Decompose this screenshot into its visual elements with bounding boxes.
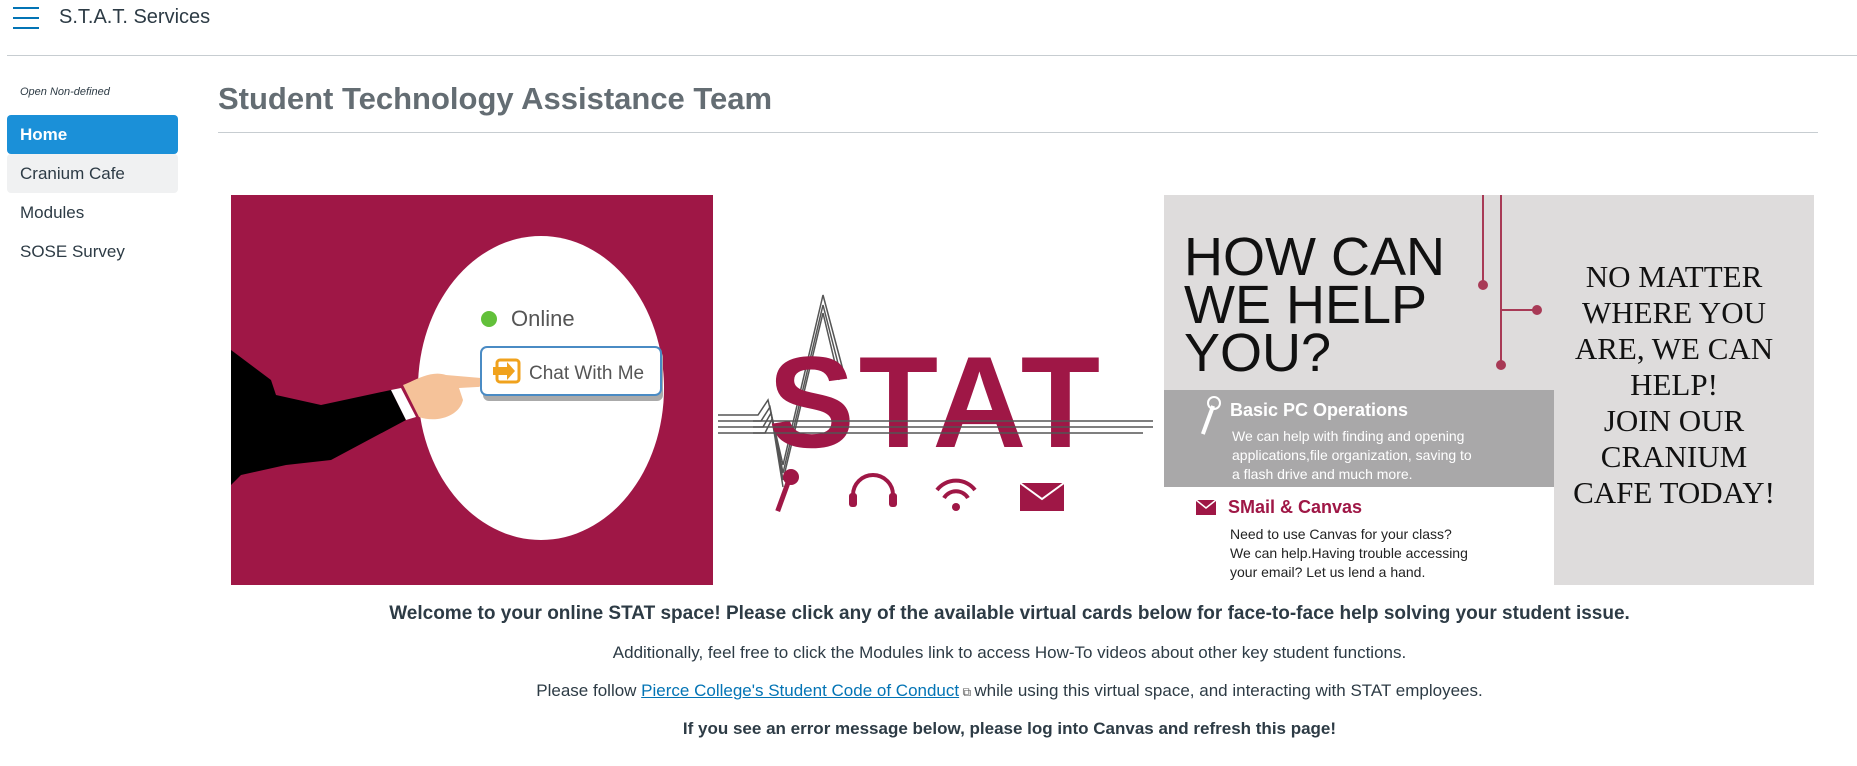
sidebar-item-sose-survey[interactable]: SOSE Survey bbox=[7, 232, 178, 271]
conduct-note: Please follow Pierce College's Student C… bbox=[218, 681, 1801, 701]
top-bar: S.T.A.T. Services bbox=[7, 0, 1857, 56]
banner-image: Online Chat With Me STAT HOW CAN WE HELP… bbox=[231, 195, 1814, 585]
smail-title: SMail & Canvas bbox=[1228, 497, 1362, 517]
sidebar-item-cranium-cafe[interactable]: Cranium Cafe bbox=[7, 154, 178, 193]
online-status: Online bbox=[511, 306, 575, 331]
stat-logo-panel: STAT bbox=[713, 195, 1164, 585]
sidebar-item-modules[interactable]: Modules bbox=[7, 193, 178, 232]
service-icons bbox=[775, 469, 1065, 513]
svg-text:ARE, WE CAN: ARE, WE CAN bbox=[1575, 331, 1773, 366]
svg-text:Need to use Canvas for your cl: Need to use Canvas for your class? bbox=[1230, 526, 1452, 542]
svg-text:CAFE TODAY!: CAFE TODAY! bbox=[1573, 475, 1775, 510]
sidebar-subtitle: Open Non-defined bbox=[20, 86, 110, 98]
page-title: Student Technology Assistance Team bbox=[218, 81, 1818, 133]
svg-text:applications,file organization: applications,file organization, saving t… bbox=[1232, 447, 1472, 463]
svg-text:a flash drive and much more.: a flash drive and much more. bbox=[1232, 466, 1413, 482]
svg-text:your email? Let us lend a hand: your email? Let us lend a hand. bbox=[1230, 564, 1425, 580]
conduct-note-post: while using this virtual space, and inte… bbox=[974, 681, 1483, 700]
chat-with-me-button: Chat With Me bbox=[529, 363, 644, 384]
svg-text:WHERE YOU: WHERE YOU bbox=[1582, 295, 1766, 330]
svg-text:CRANIUM: CRANIUM bbox=[1601, 439, 1747, 474]
mail-icon bbox=[1195, 499, 1217, 515]
course-title[interactable]: S.T.A.T. Services bbox=[59, 6, 210, 29]
hamburger-icon[interactable] bbox=[13, 7, 41, 29]
svg-text:We can help.Having trouble acc: We can help.Having trouble accessing bbox=[1230, 545, 1468, 561]
main-content: Student Technology Assistance Team bbox=[218, 56, 1818, 133]
wifi-icon bbox=[935, 478, 977, 511]
wrench-icon bbox=[775, 469, 799, 513]
svg-text:JOIN OUR: JOIN OUR bbox=[1604, 403, 1745, 438]
svg-text:HELP!: HELP! bbox=[1630, 367, 1718, 402]
help-info-panel: HOW CAN WE HELP YOU? Basic PC Operations… bbox=[1164, 195, 1814, 585]
chat-illustration: Online Chat With Me bbox=[231, 195, 713, 585]
svg-text:YOU?: YOU? bbox=[1184, 323, 1331, 383]
headset-icon bbox=[849, 473, 897, 507]
conduct-note-pre: Please follow bbox=[536, 681, 642, 700]
svg-text:We can help with finding and o: We can help with finding and opening bbox=[1232, 428, 1464, 444]
modules-note: Additionally, feel free to click the Mod… bbox=[612, 643, 1407, 662]
course-nav: Open Non-defined Home Cranium Cafe Modul… bbox=[7, 78, 178, 271]
welcome-message: Welcome to your online STAT space! Pleas… bbox=[389, 603, 1630, 624]
intro-text: Welcome to your online STAT space! Pleas… bbox=[218, 600, 1801, 739]
external-link-icon: ⧉ bbox=[959, 685, 975, 699]
pc-ops-title: Basic PC Operations bbox=[1230, 400, 1408, 420]
svg-text:NO MATTER: NO MATTER bbox=[1586, 259, 1763, 294]
mail-icon bbox=[1019, 482, 1065, 511]
code-of-conduct-link[interactable]: Pierce College's Student Code of Conduct bbox=[641, 681, 959, 700]
error-notice: If you see an error message below, pleas… bbox=[682, 719, 1337, 738]
sidebar-item-home[interactable]: Home bbox=[7, 115, 178, 154]
online-indicator-icon bbox=[481, 311, 497, 327]
